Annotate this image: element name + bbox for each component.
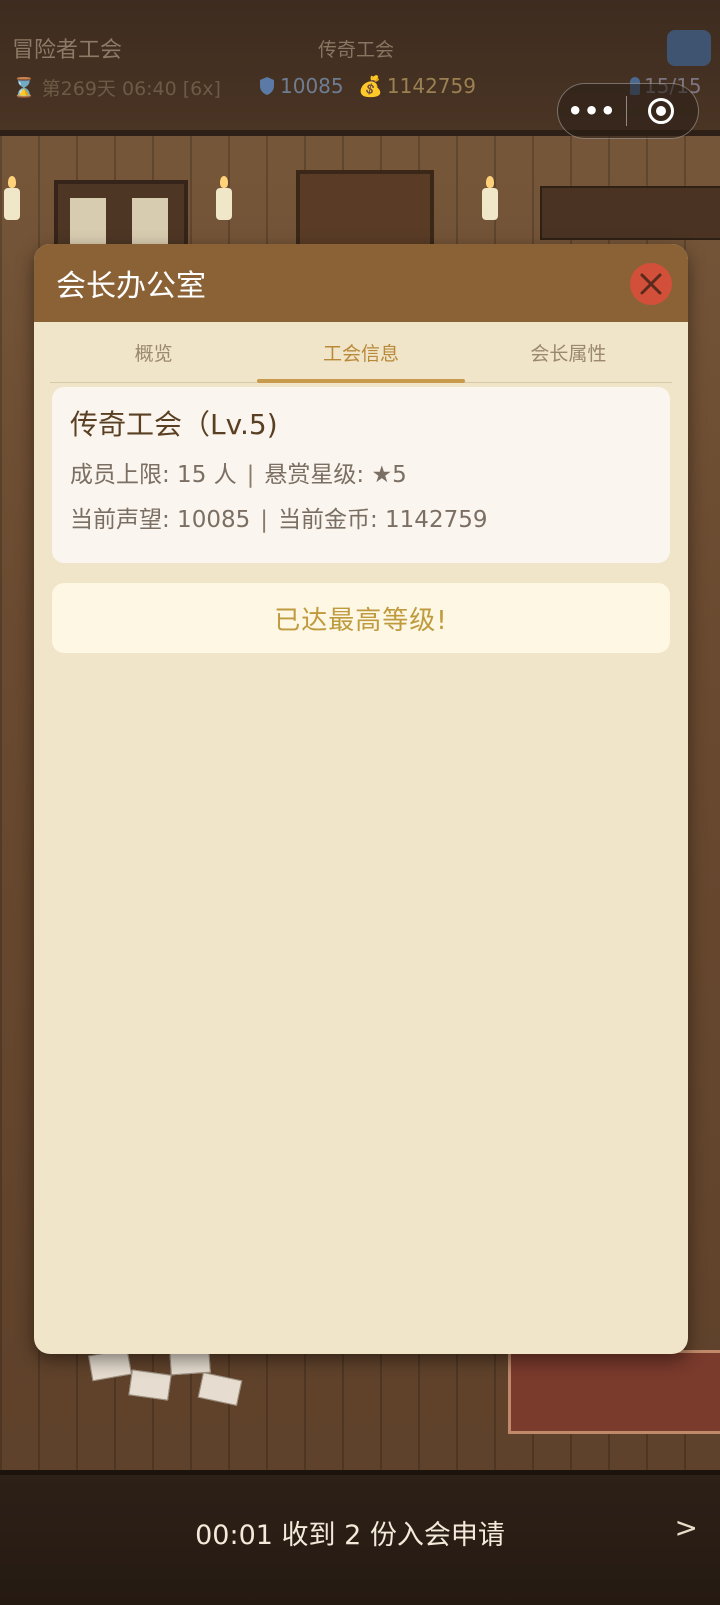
candle-decoration bbox=[216, 176, 232, 220]
reputation-stat: 10085 bbox=[258, 74, 344, 98]
candle-decoration bbox=[482, 176, 498, 220]
gold-value: 1142759 bbox=[386, 74, 476, 98]
notification-text: 00:01 收到 2 份入会申请 bbox=[195, 1520, 505, 1551]
current-reputation: 当前声望: 10085 bbox=[70, 507, 251, 533]
day-text: 第269天 06:40 [6x] bbox=[41, 78, 221, 100]
chevron-right-icon[interactable]: > bbox=[675, 1511, 698, 1544]
info-line-2: 当前声望: 10085 | 当前金币: 1142759 bbox=[70, 500, 652, 534]
separator: | bbox=[246, 462, 255, 488]
close-button[interactable] bbox=[630, 263, 672, 305]
floor-rug bbox=[508, 1350, 720, 1434]
guild-label: 传奇工会 bbox=[318, 39, 395, 61]
tab-guild-info[interactable]: 工会信息 bbox=[257, 322, 465, 383]
candle-decoration bbox=[4, 176, 20, 220]
bounty-stars: 悬赏星级: ★5 bbox=[264, 462, 407, 488]
info-line-1: 成员上限: 15 人 | 悬赏星级: ★5 bbox=[70, 455, 652, 489]
tab-overview[interactable]: 概览 bbox=[50, 322, 257, 382]
exit-button[interactable] bbox=[627, 98, 695, 124]
member-limit: 成员上限: 15 人 bbox=[70, 462, 237, 488]
hourglass-icon: ⌛ bbox=[12, 77, 36, 99]
separator: | bbox=[260, 507, 268, 533]
guild-info-card: 传奇工会（Lv.5) 成员上限: 15 人 | 悬赏星级: ★5 当前声望: 100… bbox=[52, 387, 670, 563]
day-time: ⌛ 第269天 06:40 [6x] bbox=[12, 74, 221, 101]
current-gold: 当前金币: 1142759 bbox=[277, 507, 488, 533]
notification-bar[interactable]: 00:01 收到 2 份入会申请 > bbox=[0, 1470, 720, 1605]
back-door bbox=[296, 170, 434, 254]
miniprogram-capsule: ••• bbox=[557, 83, 699, 139]
close-icon bbox=[640, 273, 662, 295]
money-bag-icon: 💰 bbox=[358, 74, 383, 98]
target-icon bbox=[648, 98, 674, 124]
president-office-dialog: 会长办公室 概览 工会信息 会长属性 传奇工会（Lv.5) 成员上限: 15 人… bbox=[34, 244, 688, 1354]
game-title: 冒险者工会 bbox=[12, 38, 123, 63]
settings-button[interactable] bbox=[667, 30, 711, 66]
tab-bar: 概览 工会信息 会长属性 bbox=[50, 322, 672, 383]
dialog-title: 会长办公室 bbox=[56, 269, 206, 304]
shield-icon bbox=[260, 77, 274, 95]
wall-shelf bbox=[540, 186, 720, 240]
more-button[interactable]: ••• bbox=[558, 97, 626, 125]
max-level-notice: 已达最高等级! bbox=[52, 583, 670, 653]
tab-president-attributes[interactable]: 会长属性 bbox=[465, 322, 672, 382]
guild-name: 传奇工会（Lv.5) bbox=[70, 408, 278, 441]
dialog-header: 会长办公室 bbox=[34, 244, 688, 322]
reputation-value: 10085 bbox=[280, 74, 344, 98]
gold-stat: 💰 1142759 bbox=[358, 74, 476, 98]
